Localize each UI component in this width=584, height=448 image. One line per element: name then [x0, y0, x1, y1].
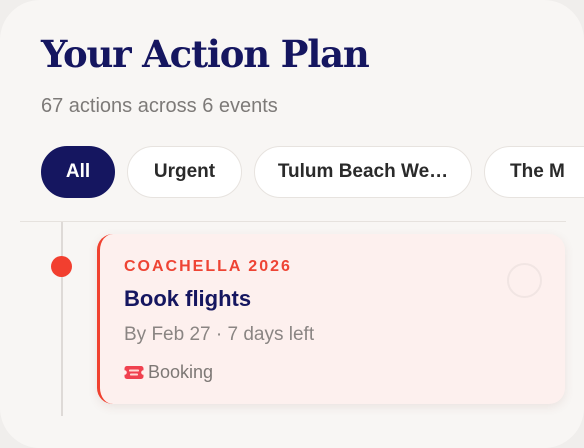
filter-chip-the-m[interactable]: The M — [484, 146, 584, 198]
actions-summary: 67 actions across 6 events — [41, 95, 278, 117]
action-plan-panel: Your Action Plan 67 actions across 6 eve… — [0, 0, 584, 448]
timeline-dot-urgent — [51, 256, 72, 277]
filter-chip-urgent[interactable]: Urgent — [127, 146, 242, 198]
action-event-name: COACHELLA 2026 — [124, 258, 292, 275]
section-divider — [20, 221, 566, 222]
filter-chip-tulum-beach[interactable]: Tulum Beach We… — [254, 146, 472, 198]
action-title[interactable]: Book flights — [124, 286, 251, 312]
ticket-icon — [124, 365, 144, 380]
complete-action-checkbox[interactable] — [507, 263, 542, 298]
action-category-label: Booking — [148, 362, 214, 382]
filter-chips: All Urgent Tulum Beach We… The M — [41, 146, 584, 198]
page-title: Your Action Plan — [41, 32, 370, 76]
action-category-tag: Booking — [124, 362, 213, 383]
action-due-date: By Feb 27 · 7 days left — [124, 324, 315, 345]
filter-chip-all[interactable]: All — [41, 146, 115, 198]
action-card[interactable]: COACHELLA 2026 Book flights By Feb 27 · … — [97, 234, 565, 404]
timeline-line — [61, 222, 63, 416]
